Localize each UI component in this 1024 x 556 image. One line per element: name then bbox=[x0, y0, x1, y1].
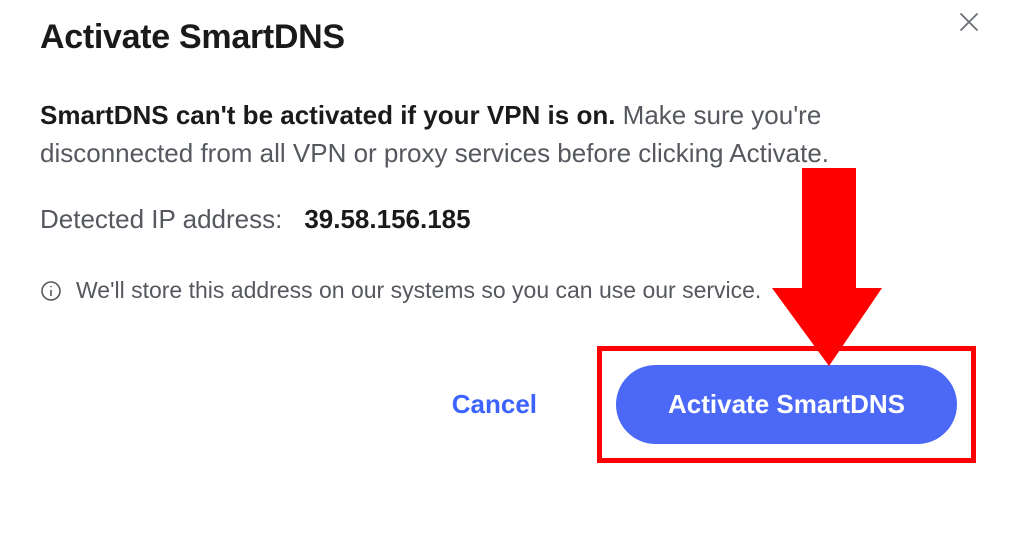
activate-smartdns-dialog: Activate SmartDNS SmartDNS can't be acti… bbox=[0, 0, 1024, 463]
body-emphasis-text: SmartDNS can't be activated if your VPN … bbox=[40, 100, 615, 130]
info-icon bbox=[40, 280, 62, 302]
dialog-actions: Cancel Activate SmartDNS bbox=[40, 346, 984, 463]
activate-smartdns-button[interactable]: Activate SmartDNS bbox=[616, 365, 957, 444]
close-icon bbox=[958, 11, 980, 36]
cancel-button[interactable]: Cancel bbox=[452, 389, 537, 420]
info-text: We'll store this address on our systems … bbox=[76, 277, 761, 304]
dialog-title: Activate SmartDNS bbox=[40, 18, 984, 57]
detected-ip-value: 39.58.156.185 bbox=[304, 204, 470, 235]
annotation-highlight-box: Activate SmartDNS bbox=[597, 346, 976, 463]
info-row: We'll store this address on our systems … bbox=[40, 277, 984, 304]
detected-ip-label: Detected IP address: bbox=[40, 204, 282, 235]
detected-ip-row: Detected IP address: 39.58.156.185 bbox=[40, 204, 984, 235]
close-button[interactable] bbox=[952, 6, 986, 40]
dialog-body: SmartDNS can't be activated if your VPN … bbox=[40, 97, 940, 172]
